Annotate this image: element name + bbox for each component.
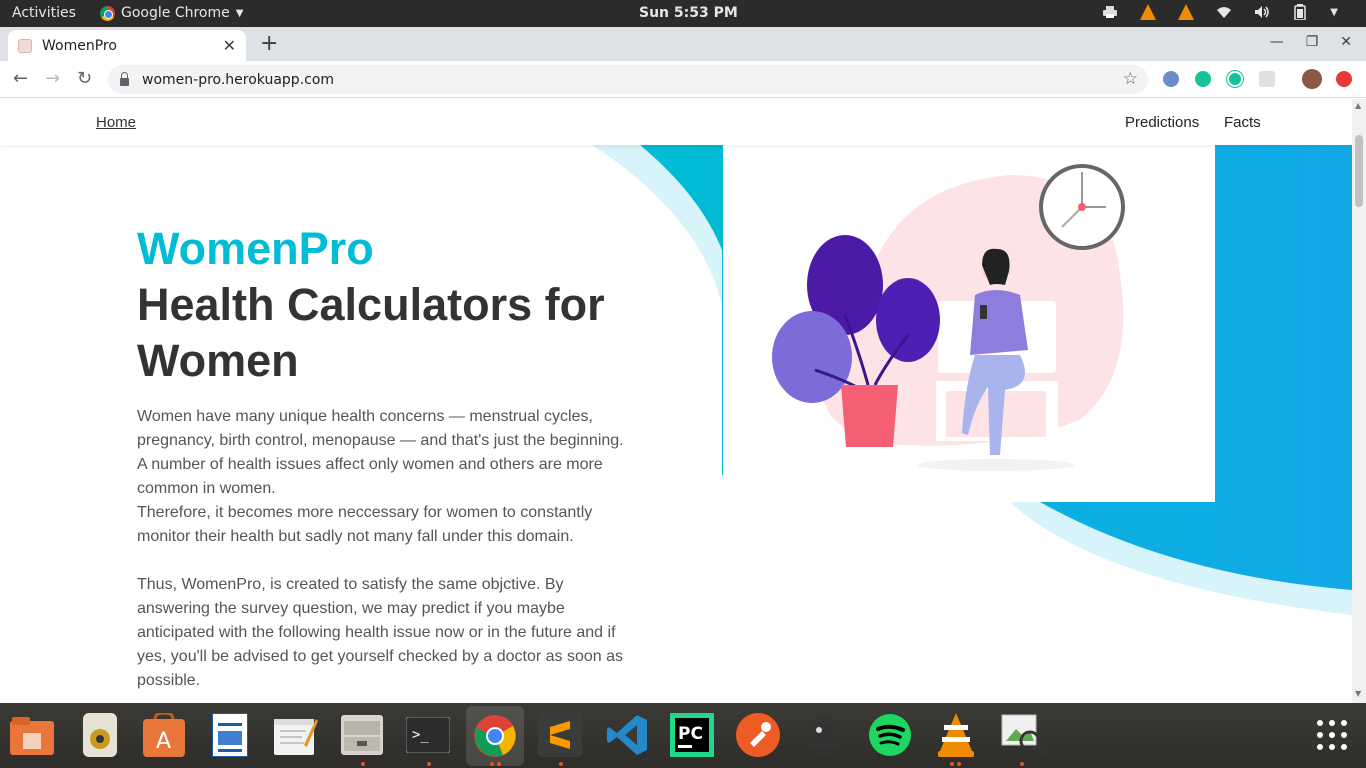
volume-icon[interactable] bbox=[1254, 4, 1270, 20]
postman-icon[interactable] bbox=[734, 711, 782, 759]
running-indicator bbox=[957, 762, 961, 766]
scroll-down-icon[interactable]: ▼ bbox=[1355, 689, 1361, 698]
text-editor-icon[interactable] bbox=[272, 711, 320, 759]
purpose-paragraph: Thus, WomenPro, is created to satisfy th… bbox=[137, 576, 623, 689]
back-button[interactable]: ← bbox=[13, 68, 28, 89]
vlc-tray-icon-2[interactable] bbox=[1178, 4, 1195, 20]
address-bar[interactable]: women-pro.herokuapp.com ☆ bbox=[108, 65, 1148, 94]
pot bbox=[841, 385, 898, 447]
svg-text:PC: PC bbox=[678, 724, 703, 744]
app-menu-label: Google Chrome bbox=[121, 5, 230, 21]
new-tab-button[interactable]: + bbox=[260, 31, 278, 56]
extension-icon-4[interactable] bbox=[1259, 71, 1275, 87]
printer-icon[interactable] bbox=[1102, 4, 1118, 20]
vlc-icon[interactable] bbox=[932, 711, 980, 759]
leaf-light bbox=[772, 311, 852, 403]
system-tray[interactable]: ▼ bbox=[1102, 4, 1338, 20]
writer-icon[interactable] bbox=[206, 711, 254, 759]
url-text[interactable]: women-pro.herokuapp.com bbox=[142, 72, 334, 88]
pycharm-icon[interactable]: PC bbox=[668, 711, 716, 759]
battery-icon[interactable] bbox=[1292, 4, 1308, 20]
tab-strip: WomenPro ✕ + — ❐ ✕ bbox=[0, 27, 1366, 61]
page-headline: Health Calculators for Women bbox=[137, 279, 605, 386]
running-indicator bbox=[950, 762, 954, 766]
running-indicator bbox=[361, 762, 365, 766]
forward-button[interactable]: → bbox=[45, 68, 60, 89]
intro-paragraph-part2: Therefore, it becomes more neccessary fo… bbox=[137, 504, 593, 545]
nav-predictions-link[interactable]: Predictions bbox=[1125, 114, 1199, 131]
activities-button[interactable]: Activities bbox=[12, 5, 76, 21]
minimize-icon[interactable]: — bbox=[1270, 34, 1284, 50]
bookmark-star-icon[interactable]: ☆ bbox=[1123, 69, 1138, 89]
scroll-up-icon[interactable]: ▲ bbox=[1355, 101, 1361, 110]
clock-illustration bbox=[1039, 164, 1125, 250]
window-controls: — ❐ ✕ bbox=[1270, 34, 1352, 50]
site-navbar: Home Predictions Facts bbox=[0, 99, 1352, 145]
dock: A >_ PC bbox=[0, 703, 1366, 768]
running-indicator bbox=[559, 762, 563, 766]
intro-paragraph-part1: Women have many unique health concerns —… bbox=[137, 408, 624, 497]
wifi-icon[interactable] bbox=[1216, 4, 1232, 20]
vlc-tray-icon[interactable] bbox=[1140, 4, 1157, 20]
vscode-icon[interactable] bbox=[603, 711, 651, 759]
running-indicator bbox=[497, 762, 501, 766]
nav-home-link[interactable]: Home bbox=[96, 114, 136, 131]
clock[interactable]: Sun 5:53 PM bbox=[639, 5, 738, 21]
grammarly-icon[interactable] bbox=[1195, 71, 1211, 87]
app-menu[interactable]: Google Chrome ▼ bbox=[100, 5, 243, 21]
page-viewport: Home Predictions Facts WomenPro Health C… bbox=[0, 99, 1352, 703]
favicon-icon bbox=[18, 38, 32, 53]
app-grid-icon[interactable] bbox=[1308, 711, 1356, 759]
nav-facts-link[interactable]: Facts bbox=[1224, 114, 1261, 131]
terminal-icon[interactable]: >_ bbox=[404, 711, 452, 759]
chrome-dock-icon[interactable] bbox=[466, 706, 524, 766]
running-indicator bbox=[1020, 762, 1024, 766]
svg-text:>_: >_ bbox=[412, 727, 429, 743]
files-icon[interactable] bbox=[8, 711, 56, 759]
scrollbar-thumb[interactable] bbox=[1355, 135, 1363, 207]
chrome-icon bbox=[100, 5, 115, 21]
browser-toolbar: ← → ↻ women-pro.herokuapp.com ☆ bbox=[0, 61, 1366, 98]
running-indicator bbox=[427, 762, 431, 766]
system-menu-chevron-icon[interactable]: ▼ bbox=[1330, 7, 1338, 18]
intro-paragraph: Women have many unique health concerns —… bbox=[137, 405, 632, 549]
running-indicator bbox=[490, 762, 494, 766]
system-top-bar: Activities Google Chrome ▼ Sun 5:53 PM ▼ bbox=[0, 0, 1366, 27]
tab-title: WomenPro bbox=[42, 37, 117, 54]
svg-text:A: A bbox=[156, 729, 171, 754]
sublime-icon[interactable] bbox=[536, 711, 584, 759]
extension-icon-1[interactable] bbox=[1163, 71, 1179, 87]
mines-icon[interactable] bbox=[800, 711, 848, 759]
lock-icon[interactable] bbox=[120, 71, 129, 86]
rhythmbox-icon[interactable] bbox=[76, 711, 124, 759]
image-viewer-icon[interactable] bbox=[998, 711, 1046, 759]
software-center-icon[interactable]: A bbox=[140, 711, 188, 759]
archive-icon[interactable] bbox=[338, 711, 386, 759]
close-window-icon[interactable]: ✕ bbox=[1340, 34, 1352, 50]
page-scrollbar[interactable]: ▲ ▼ bbox=[1352, 99, 1366, 703]
shadow-shape bbox=[918, 459, 1074, 471]
restore-icon[interactable]: ❐ bbox=[1306, 34, 1319, 50]
woman-shirt bbox=[970, 290, 1028, 355]
clock-center bbox=[1078, 203, 1086, 211]
reload-button[interactable]: ↻ bbox=[77, 68, 92, 89]
profile-avatar[interactable] bbox=[1302, 69, 1322, 89]
grammarly-icon-2[interactable] bbox=[1227, 71, 1243, 87]
close-tab-icon[interactable]: ✕ bbox=[223, 36, 236, 55]
brand-title: WomenPro bbox=[137, 223, 374, 274]
chevron-down-icon: ▼ bbox=[235, 7, 244, 19]
spotify-icon[interactable] bbox=[866, 711, 914, 759]
leaf-dark-2 bbox=[876, 278, 940, 362]
tab-womenpro[interactable]: WomenPro ✕ bbox=[8, 30, 246, 61]
woman-phone bbox=[980, 305, 987, 319]
update-icon[interactable] bbox=[1336, 71, 1352, 87]
